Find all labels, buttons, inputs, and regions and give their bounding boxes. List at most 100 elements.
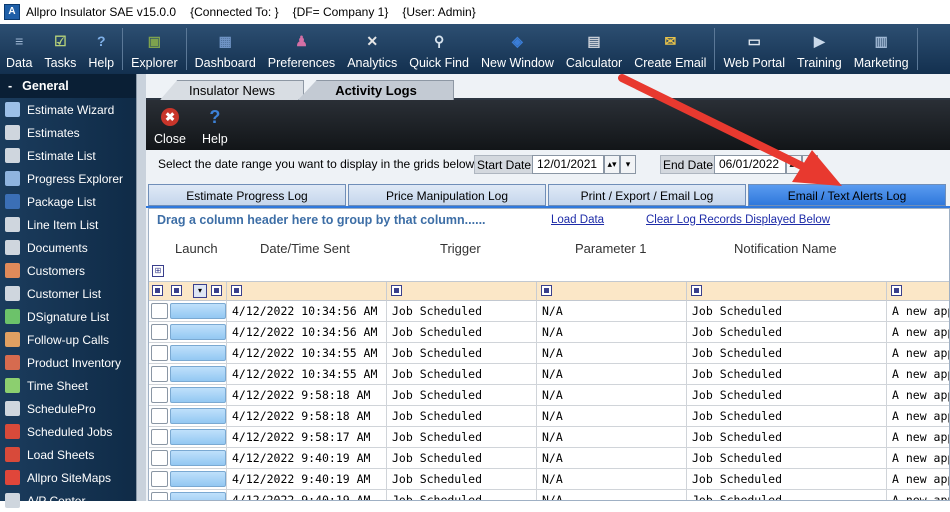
tab-print-export-email-log[interactable]: Print / Export / Email Log (548, 184, 746, 206)
launch-button[interactable] (170, 324, 226, 340)
sidebar-item-estimates[interactable]: Estimates (0, 121, 136, 144)
row-select-checkbox[interactable] (151, 471, 168, 487)
column-chooser-icon[interactable]: ⊞ (152, 265, 164, 277)
clear-log-records-link[interactable]: Clear Log Records Displayed Below (646, 214, 830, 226)
sidebar-item-customer-list[interactable]: Customer List (0, 282, 136, 305)
create-email-button[interactable]: ✉ Create Email (628, 24, 712, 74)
launch-button[interactable] (170, 387, 226, 403)
cell-trigger: Job Scheduled (386, 322, 536, 342)
data-button[interactable]: ≡ Data (0, 24, 38, 74)
row-select-checkbox[interactable] (151, 366, 168, 382)
row-select-checkbox[interactable] (151, 345, 168, 361)
launch-button[interactable] (170, 492, 226, 500)
new-window-button[interactable]: ◈ New Window (475, 24, 560, 74)
explorer-icon: ▣ (147, 32, 161, 49)
table-row[interactable]: 4/12/2022 10:34:55 AM Job Scheduled N/A Job… (149, 343, 949, 364)
sidebar-item-load-sheets[interactable]: Load Sheets (0, 443, 136, 466)
end-date-dropdown-icon[interactable]: ▾ (802, 155, 818, 174)
end-date-input[interactable]: 06/01/2022 (714, 155, 786, 174)
sidebar-group-general[interactable]: - General (0, 74, 136, 98)
tab-estimate-progress-log[interactable]: Estimate Progress Log (148, 184, 346, 206)
tab-email-text-alerts-log[interactable]: Email / Text Alerts Log (748, 184, 946, 206)
column-parameter-1[interactable]: Parameter 1 (575, 241, 647, 256)
sidebar-item-follow-up-calls[interactable]: Follow-up Calls (0, 328, 136, 351)
filter-message-icon[interactable] (891, 285, 902, 296)
row-select-checkbox[interactable] (151, 450, 168, 466)
filter-select-icon[interactable] (171, 285, 182, 296)
launch-button[interactable] (170, 408, 226, 424)
column-notification-name[interactable]: Notification Name (734, 241, 837, 256)
sidebar-item-documents[interactable]: Documents (0, 236, 136, 259)
start-date-spin-icon[interactable]: ▴▾ (604, 155, 620, 174)
filter-parameter-icon[interactable] (541, 285, 552, 296)
row-select-checkbox[interactable] (151, 387, 168, 403)
main-content: Insulator News Activity Logs ✖ Close ? H… (146, 74, 950, 501)
preferences-button[interactable]: ♟ Preferences (262, 24, 341, 74)
help-button[interactable]: ? Help (82, 24, 120, 74)
start-date-dropdown-icon[interactable]: ▾ (620, 155, 636, 174)
launch-button[interactable] (170, 366, 226, 382)
sidebar-item-scheduled-jobs[interactable]: Scheduled Jobs (0, 420, 136, 443)
sidebar-item-allpro-sitemaps[interactable]: Allpro SiteMaps (0, 466, 136, 489)
sidebar-item-schedulepro[interactable]: SchedulePro (0, 397, 136, 420)
launch-button[interactable] (170, 345, 226, 361)
table-row[interactable]: 4/12/2022 9:40:19 AM Job Scheduled N/A Job … (149, 490, 949, 500)
launch-button[interactable] (170, 303, 226, 319)
filter-launch-icon[interactable] (211, 285, 222, 296)
launch-button[interactable] (170, 429, 226, 445)
table-row[interactable]: 4/12/2022 9:58:17 AM Job Scheduled N/A Job … (149, 427, 949, 448)
help-button[interactable]: ? Help (194, 100, 236, 150)
table-row[interactable]: 4/12/2022 9:58:18 AM Job Scheduled N/A Job … (149, 406, 949, 427)
table-row[interactable]: 4/12/2022 9:40:19 AM Job Scheduled N/A Job … (149, 448, 949, 469)
sidebar-scrollbar[interactable] (136, 74, 146, 501)
marketing-button[interactable]: ▥ Marketing (848, 24, 915, 74)
table-row[interactable]: 4/12/2022 10:34:56 AM Job Scheduled N/A Job… (149, 301, 949, 322)
cell-date-time-sent: 4/12/2022 9:58:18 AM (226, 385, 386, 405)
row-select-checkbox[interactable] (151, 429, 168, 445)
start-date-input[interactable]: 12/01/2021 (532, 155, 604, 174)
tab-insulator-news[interactable]: Insulator News (160, 80, 304, 100)
close-button[interactable]: ✖ Close (146, 100, 194, 150)
row-select-checkbox[interactable] (151, 408, 168, 424)
sidebar-item-product-inventory[interactable]: Product Inventory (0, 351, 136, 374)
table-row[interactable]: 4/12/2022 9:58:18 AM Job Scheduled N/A Job … (149, 385, 949, 406)
cell-trigger: Job Scheduled (386, 448, 536, 468)
column-launch[interactable]: Launch (175, 241, 218, 256)
table-row[interactable]: 4/12/2022 9:40:19 AM Job Scheduled N/A Job … (149, 469, 949, 490)
calculator-button[interactable]: ▤ Calculator (560, 24, 628, 74)
sidebar-item-line-item-list[interactable]: Line Item List (0, 213, 136, 236)
sidebar-item-customers[interactable]: Customers (0, 259, 136, 282)
filter-name-icon[interactable] (691, 285, 702, 296)
filter-trigger-icon[interactable] (391, 285, 402, 296)
sidebar-item-estimate-list[interactable]: Estimate List (0, 144, 136, 167)
explorer-button[interactable]: ▣ Explorer (125, 24, 184, 74)
row-select-checkbox[interactable] (151, 324, 168, 340)
table-row[interactable]: 4/12/2022 10:34:56 AM Job Scheduled N/A Job… (149, 322, 949, 343)
sidebar-item-dsignature-list[interactable]: DSignature List (0, 305, 136, 328)
end-date-spin-icon[interactable]: ▴▾ (786, 155, 802, 174)
row-select-checkbox[interactable] (151, 303, 168, 319)
filter-toggle-icon[interactable] (152, 285, 163, 296)
filter-date-icon[interactable] (231, 285, 242, 296)
launch-button[interactable] (170, 471, 226, 487)
dashboard-button[interactable]: ▦ Dashboard (189, 24, 262, 74)
tab-activity-logs[interactable]: Activity Logs (298, 80, 454, 100)
row-select-checkbox[interactable] (151, 492, 168, 500)
load-data-link[interactable]: Load Data (551, 214, 604, 226)
analytics-button[interactable]: ✕ Analytics (341, 24, 403, 74)
filter-dropdown-icon[interactable]: ▾ (193, 284, 207, 298)
sidebar-item-package-list[interactable]: Package List (0, 190, 136, 213)
sidebar-item-progress-explorer[interactable]: Progress Explorer (0, 167, 136, 190)
column-date-time-sent[interactable]: Date/Time Sent (260, 241, 350, 256)
sidebar-item-time-sheet[interactable]: Time Sheet (0, 374, 136, 397)
quick-find-button[interactable]: ⚲ Quick Find (403, 24, 475, 74)
training-button[interactable]: ▶ Training (791, 24, 848, 74)
launch-button[interactable] (170, 450, 226, 466)
tab-price-manipulation-log[interactable]: Price Manipulation Log (348, 184, 546, 206)
table-row[interactable]: 4/12/2022 10:34:55 AM Job Scheduled N/A Job… (149, 364, 949, 385)
web-portal-button[interactable]: ▭ Web Portal (717, 24, 791, 74)
sidebar-item-estimate-wizard[interactable]: Estimate Wizard (0, 98, 136, 121)
column-trigger[interactable]: Trigger (440, 241, 481, 256)
tasks-button[interactable]: ☑ Tasks (38, 24, 82, 74)
group-by-bar[interactable]: Drag a column header here to group by th… (149, 209, 949, 231)
